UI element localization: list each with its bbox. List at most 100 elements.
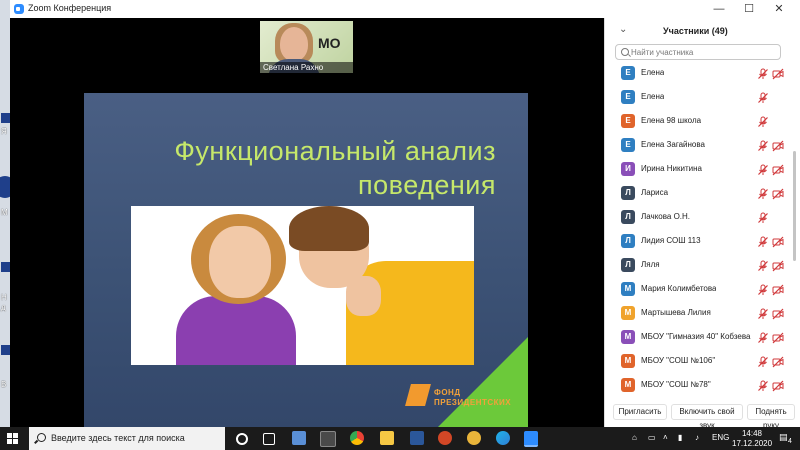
chevron-down-icon[interactable]: ⌄: [619, 24, 627, 35]
desktop-icon-label: д: [1, 303, 6, 312]
participant-name: МБОУ "СОШ №106": [641, 356, 716, 365]
participant-row[interactable]: Е Елена: [605, 63, 791, 85]
participant-avatar: Е: [621, 90, 635, 104]
participant-search-input[interactable]: [631, 46, 776, 58]
participants-footer: Пригласить Включить свой звук Поднять ру…: [605, 400, 800, 430]
clock-date: 17.12.2020: [732, 439, 773, 448]
participant-name: Мария Колимбетова: [641, 284, 717, 293]
participant-avatar: Л: [621, 258, 635, 272]
desktop-icon-label: В: [1, 380, 7, 389]
unmute-self-button[interactable]: Включить свой звук: [671, 404, 743, 430]
app-icon[interactable]: [467, 431, 481, 445]
participants-panel: ⌄ Участники (49) Е Елена Е Елена Е Елена 98 ш…: [604, 18, 800, 430]
zoom-app-icon: [14, 4, 24, 14]
invite-button[interactable]: Пригласить: [613, 404, 667, 420]
mic-muted-icon: [757, 283, 769, 295]
battery-icon[interactable]: ▮: [678, 433, 682, 442]
participant-row[interactable]: Л Лидия СОШ 113: [605, 231, 791, 253]
logo-text-line2: ПРЕЗИДЕНТСКИХ: [434, 398, 512, 407]
video-off-icon: [772, 331, 784, 344]
participant-row[interactable]: Е Елена: [605, 87, 791, 109]
video-off-icon: [772, 235, 784, 248]
photo-boy-hair: [289, 206, 369, 251]
notification-count: 4: [788, 438, 792, 445]
clock-time: 14:48: [741, 429, 763, 438]
participant-name: Елена 98 школа: [641, 116, 702, 125]
zoom-window: Zoom Конференция — ☐ ✕ МО Светлана Рахно…: [10, 0, 800, 430]
speaker-badge: МО: [318, 35, 341, 51]
task-view-icon[interactable]: [263, 433, 275, 445]
participant-row[interactable]: Е Елена 98 школа: [605, 111, 791, 133]
close-button[interactable]: ✕: [767, 1, 791, 17]
participant-row[interactable]: М Мартышева Лилия: [605, 303, 791, 325]
photo-girl-face: [209, 226, 271, 298]
video-off-icon: [772, 307, 784, 320]
photo-app-icon[interactable]: [292, 431, 306, 445]
participant-avatar: Е: [621, 114, 635, 128]
video-off-icon: [772, 163, 784, 176]
presentation-app-icon[interactable]: [438, 431, 452, 445]
network-icon[interactable]: ▭: [648, 433, 656, 442]
word-icon[interactable]: [410, 431, 424, 445]
participant-row[interactable]: Е Елена Загайнова: [605, 135, 791, 157]
video-off-icon: [772, 187, 784, 200]
participants-header: ⌄ Участники (49): [605, 18, 800, 44]
video-off-icon: [772, 283, 784, 296]
mic-muted-icon: [757, 307, 769, 319]
participant-search[interactable]: [615, 44, 781, 60]
show-hidden-icons-chevron[interactable]: ˄: [663, 433, 668, 442]
participant-list: Е Елена Е Елена Е Елена 98 школа Е Елена Загайн…: [605, 63, 800, 398]
participant-avatar: М: [621, 282, 635, 296]
participant-avatar: М: [621, 330, 635, 344]
file-explorer-icon[interactable]: [380, 431, 394, 445]
participant-name: Елена Загайнова: [641, 140, 705, 149]
maximize-button[interactable]: ☐: [737, 1, 761, 17]
participant-row[interactable]: М МБОУ "СОШ №78": [605, 375, 791, 397]
logo-text-line1: ФОНД: [434, 388, 461, 397]
desktop-icon-label: Н: [1, 293, 7, 302]
participant-row[interactable]: Л Ляля: [605, 255, 791, 277]
tray-icon[interactable]: ⌂: [632, 433, 637, 442]
speaker-video-thumbnail[interactable]: МО Светлана Рахно: [260, 21, 353, 73]
participant-row[interactable]: И Ирина Никитина: [605, 159, 791, 181]
language-indicator[interactable]: ENG: [712, 433, 729, 442]
photo-boy-hand: [346, 276, 381, 316]
mic-muted-icon: [757, 235, 769, 247]
participant-row[interactable]: М МБОУ "СОШ №106": [605, 351, 791, 373]
video-area: МО Светлана Рахно Функциональный анализ …: [10, 18, 604, 427]
participant-avatar: М: [621, 378, 635, 392]
photo-girl-shirt: [176, 296, 296, 365]
participant-name: Мартышева Лилия: [641, 308, 711, 317]
taskbar-search[interactable]: Введите здесь текст для поиска: [29, 427, 225, 450]
participant-row[interactable]: Л Лачкова О.Н.: [605, 207, 791, 229]
taskbar-clock[interactable]: 14:48 17.12.2020: [732, 429, 772, 449]
zoom-taskbar-icon[interactable]: [524, 431, 538, 447]
logo-mark-icon: [405, 384, 431, 406]
mic-muted-icon: [757, 259, 769, 271]
slide-title-line1: Функциональный анализ: [174, 136, 496, 166]
minimize-button[interactable]: —: [707, 1, 731, 17]
title-bar: Zoom Конференция — ☐ ✕: [10, 0, 800, 19]
raise-hand-button[interactable]: Поднять руку: [747, 404, 795, 430]
participant-list-scrollbar[interactable]: [793, 151, 796, 261]
chrome-icon[interactable]: [350, 431, 364, 445]
participant-row[interactable]: Л Лариса: [605, 183, 791, 205]
edge-icon[interactable]: [496, 431, 510, 445]
foundation-logo: ФОНД ПРЕЗИДЕНТСКИХ: [405, 380, 528, 420]
participant-row[interactable]: М МБОУ "Гимназия 40" Кобзева ...: [605, 327, 791, 349]
mic-muted-icon: [757, 211, 769, 223]
participant-avatar: Л: [621, 234, 635, 248]
cortana-icon[interactable]: [236, 433, 248, 445]
volume-icon[interactable]: ♪: [695, 433, 699, 442]
video-off-icon: [772, 259, 784, 272]
participant-row[interactable]: М Мария Колимбетова: [605, 279, 791, 301]
participant-name: МБОУ "Гимназия 40" Кобзева ...: [641, 332, 753, 341]
notification-center-icon[interactable]: ▤: [779, 432, 788, 443]
video-off-icon: [772, 379, 784, 392]
pen-app-icon[interactable]: [320, 431, 336, 447]
windows-start-icon[interactable]: [7, 433, 18, 444]
taskbar-search-placeholder: Введите здесь текст для поиска: [51, 433, 185, 443]
slide-photo: [131, 206, 474, 365]
mic-muted-icon: [757, 187, 769, 199]
participant-name: Лариса: [641, 188, 669, 197]
